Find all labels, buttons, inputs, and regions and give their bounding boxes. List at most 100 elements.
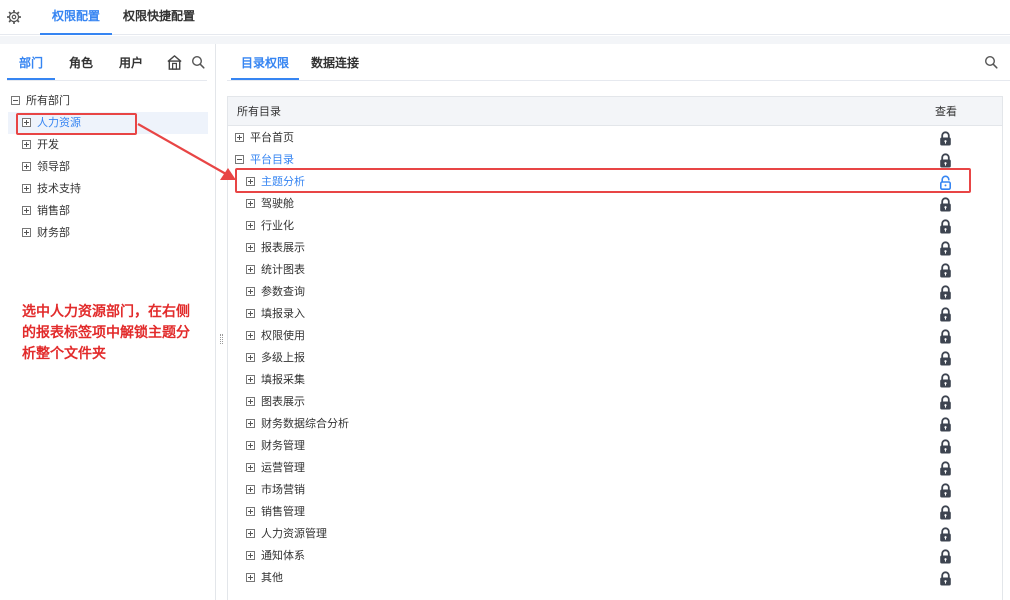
directory-node[interactable]: 平台首页 <box>235 127 294 149</box>
expand-icon[interactable] <box>22 139 31 149</box>
lock-icon[interactable] <box>939 483 952 498</box>
lock-icon[interactable] <box>939 505 952 520</box>
lock-icon[interactable] <box>939 373 952 388</box>
tree-node-leadership[interactable]: 领导部 <box>22 156 70 178</box>
tree-node-label: 销售部 <box>37 204 70 217</box>
tree-node-finance[interactable]: 财务部 <box>22 222 70 244</box>
lock-icon[interactable] <box>939 395 952 410</box>
expand-icon[interactable] <box>246 528 255 538</box>
directory-node-label: 行业化 <box>261 219 294 232</box>
directory-node[interactable]: 其他 <box>246 567 283 589</box>
tree-node-root[interactable]: 所有部门 <box>11 90 70 112</box>
directory-node[interactable]: 财务数据综合分析 <box>246 413 349 435</box>
directory-node-label: 权限使用 <box>261 329 305 342</box>
expand-icon[interactable] <box>22 227 31 237</box>
top-bar: 权限配置 权限快捷配置 <box>0 0 1010 35</box>
tab-department[interactable]: 部门 <box>7 52 55 80</box>
directory-node[interactable]: 填报录入 <box>246 303 305 325</box>
expand-icon[interactable] <box>246 308 255 318</box>
directory-node[interactable]: 参数查询 <box>246 281 305 303</box>
directory-node[interactable]: 驾驶舱 <box>246 193 294 215</box>
directory-node-label: 驾驶舱 <box>261 197 294 210</box>
tab-data-connection[interactable]: 数据连接 <box>307 52 363 80</box>
lock-icon[interactable] <box>939 219 952 234</box>
directory-node-label: 财务管理 <box>261 439 305 452</box>
expand-icon[interactable] <box>246 242 255 252</box>
directory-node-label: 人力资源管理 <box>261 527 327 540</box>
expand-icon[interactable] <box>246 286 255 296</box>
lock-icon[interactable] <box>939 461 952 476</box>
collapse-icon[interactable] <box>235 154 244 164</box>
tab-user[interactable]: 用户 <box>112 52 150 80</box>
header-divider <box>0 36 1010 44</box>
directory-node[interactable]: 通知体系 <box>246 545 305 567</box>
lock-icon[interactable] <box>939 549 952 564</box>
search-icon[interactable] <box>984 55 998 69</box>
directory-node[interactable]: 权限使用 <box>246 325 305 347</box>
directory-node[interactable]: 统计图表 <box>246 259 305 281</box>
directory-node-label: 多级上报 <box>261 351 305 364</box>
expand-icon[interactable] <box>246 462 255 472</box>
directory-node[interactable]: 报表展示 <box>246 237 305 259</box>
table-row: 人力资源管理 <box>228 523 1002 545</box>
tab-permission-config[interactable]: 权限配置 <box>40 0 112 35</box>
lock-icon[interactable] <box>939 153 952 168</box>
tab-divider <box>7 80 207 81</box>
expand-icon[interactable] <box>235 132 244 142</box>
lock-icon[interactable] <box>939 241 952 256</box>
directory-node[interactable]: 运营管理 <box>246 457 305 479</box>
tree-node-label: 技术支持 <box>37 182 81 195</box>
directory-node[interactable]: 人力资源管理 <box>246 523 327 545</box>
expand-icon[interactable] <box>246 506 255 516</box>
expand-icon[interactable] <box>246 572 255 582</box>
gear-icon[interactable] <box>7 10 21 24</box>
lock-icon[interactable] <box>939 439 952 454</box>
expand-icon[interactable] <box>22 183 31 193</box>
expand-icon[interactable] <box>246 396 255 406</box>
expand-icon[interactable] <box>246 418 255 428</box>
lock-icon[interactable] <box>939 417 952 432</box>
table-row: 平台首页 <box>228 127 1002 149</box>
directory-node[interactable]: 市场营销 <box>246 479 305 501</box>
expand-icon[interactable] <box>246 198 255 208</box>
expand-icon[interactable] <box>246 220 255 230</box>
drag-handle-icon[interactable] <box>220 334 223 344</box>
expand-icon[interactable] <box>246 330 255 340</box>
directory-node[interactable]: 财务管理 <box>246 435 305 457</box>
directory-node[interactable]: 填报采集 <box>246 369 305 391</box>
directory-node[interactable]: 行业化 <box>246 215 294 237</box>
lock-icon[interactable] <box>939 285 952 300</box>
expand-icon[interactable] <box>22 205 31 215</box>
lock-icon[interactable] <box>939 527 952 542</box>
lock-icon[interactable] <box>939 571 952 586</box>
lock-icon[interactable] <box>939 329 952 344</box>
lock-icon[interactable] <box>939 197 952 212</box>
tree-node-dev[interactable]: 开发 <box>22 134 59 156</box>
expand-icon[interactable] <box>246 440 255 450</box>
panel-splitter[interactable] <box>216 44 227 600</box>
tab-directory-permission[interactable]: 目录权限 <box>231 52 299 80</box>
expand-icon[interactable] <box>246 550 255 560</box>
directory-node[interactable]: 销售管理 <box>246 501 305 523</box>
directory-node[interactable]: 多级上报 <box>246 347 305 369</box>
expand-icon[interactable] <box>246 374 255 384</box>
tree-node-tech-support[interactable]: 技术支持 <box>22 178 81 200</box>
tab-role[interactable]: 角色 <box>62 52 100 80</box>
lock-icon[interactable] <box>939 307 952 322</box>
lock-icon[interactable] <box>939 131 952 146</box>
collapse-icon[interactable] <box>11 95 20 105</box>
expand-icon[interactable] <box>22 161 31 171</box>
expand-icon[interactable] <box>246 484 255 494</box>
lock-icon[interactable] <box>939 351 952 366</box>
tab-permission-quick-config[interactable]: 权限快捷配置 <box>121 0 197 35</box>
tree-node-sales[interactable]: 销售部 <box>22 200 70 222</box>
home-icon[interactable] <box>166 54 183 71</box>
tree-node-label: 开发 <box>37 138 59 151</box>
table-row: 财务数据综合分析 <box>228 413 1002 435</box>
lock-icon[interactable] <box>939 263 952 278</box>
expand-icon[interactable] <box>246 264 255 274</box>
search-icon[interactable] <box>191 55 205 69</box>
directory-node[interactable]: 图表展示 <box>246 391 305 413</box>
annotation-highlight-box <box>16 113 137 135</box>
expand-icon[interactable] <box>246 352 255 362</box>
